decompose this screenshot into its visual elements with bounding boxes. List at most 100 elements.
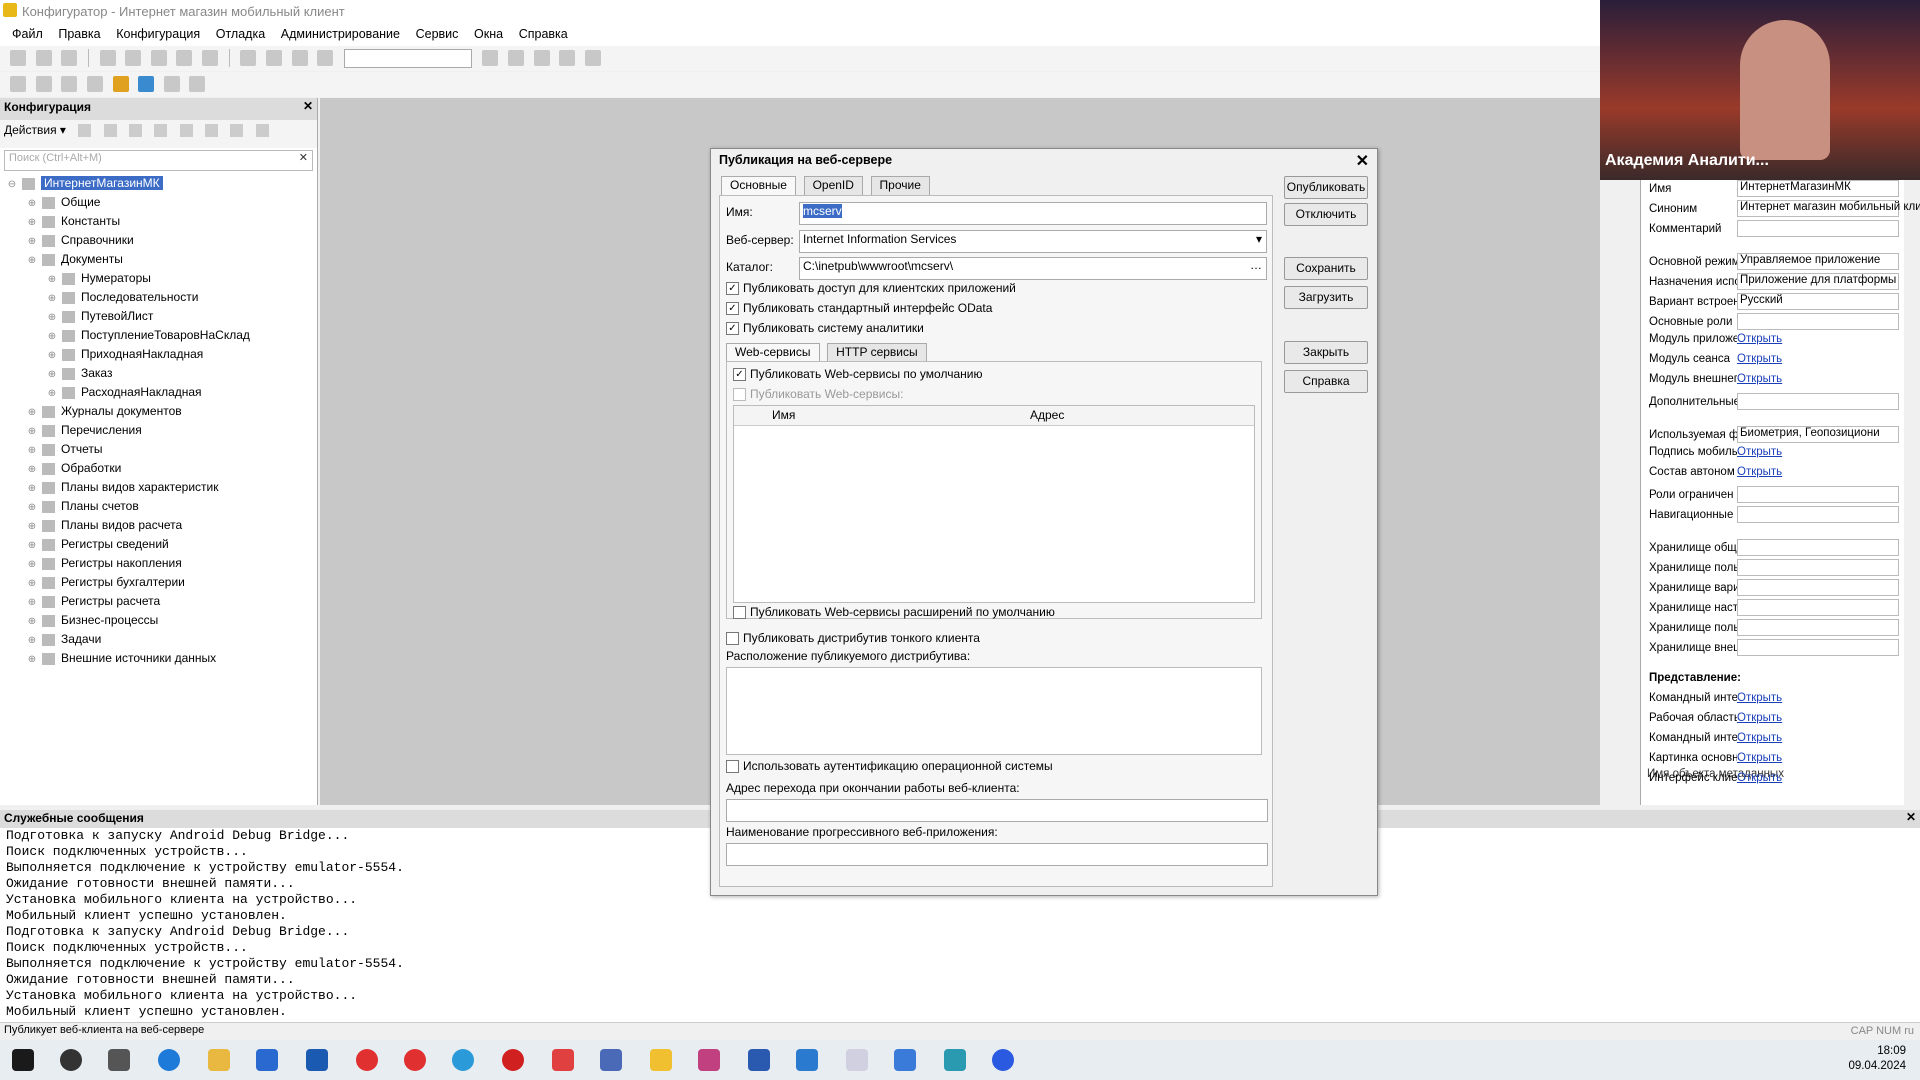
- word-icon[interactable]: [748, 1049, 770, 1071]
- redo-icon[interactable]: [265, 50, 282, 66]
- edit-icon[interactable]: [103, 124, 117, 138]
- telegram-icon[interactable]: [452, 1049, 474, 1071]
- app-icon[interactable]: [600, 1049, 622, 1071]
- system-clock[interactable]: 18:09 09.04.2024: [1848, 1044, 1906, 1074]
- property-value[interactable]: Управляемое приложение: [1737, 253, 1899, 270]
- expand-icon[interactable]: ⊕: [26, 403, 38, 422]
- tree-node[interactable]: ⊕ Обработки: [0, 459, 317, 478]
- cut-icon[interactable]: [99, 50, 116, 66]
- phone-icon[interactable]: [944, 1049, 966, 1071]
- expand-icon[interactable]: ⊕: [26, 251, 38, 270]
- tree-node[interactable]: ⊕ Внешние источники данных: [0, 649, 317, 668]
- menu-debug[interactable]: Отладка: [216, 27, 265, 41]
- property-row[interactable]: Хранилище поль: [1649, 559, 1899, 577]
- property-row[interactable]: Модуль приложеОткрыть: [1649, 333, 1895, 351]
- tree-node[interactable]: ⊕ Отчеты: [0, 440, 317, 459]
- zoom-icon[interactable]: [317, 50, 334, 66]
- disable-button[interactable]: Отключить: [1284, 203, 1368, 226]
- tree-node[interactable]: ⊕ Заказ: [0, 364, 317, 383]
- chk-client-apps[interactable]: ✓ Публиковать доступ для клиентских прило…: [726, 281, 1016, 296]
- sort-icon[interactable]: [230, 124, 244, 138]
- search-prev-icon[interactable]: [508, 50, 524, 66]
- property-row[interactable]: Хранилище вари: [1649, 579, 1899, 597]
- actions-menu[interactable]: Действия: [4, 123, 57, 137]
- chk-ws-ext[interactable]: Публиковать Web-сервисы расширений по ум…: [733, 605, 1055, 620]
- tab-web-services[interactable]: Web-сервисы: [726, 343, 820, 363]
- search-icon[interactable]: [60, 1049, 82, 1071]
- property-row[interactable]: Представление:: [1649, 672, 1849, 690]
- property-row[interactable]: Назначения испоПриложение для платформы: [1649, 273, 1899, 291]
- property-link[interactable]: Открыть: [1737, 692, 1895, 704]
- tree-node[interactable]: ⊕ Нумераторы: [0, 269, 317, 288]
- property-link[interactable]: Открыть: [1737, 446, 1895, 458]
- property-value[interactable]: [1737, 579, 1899, 596]
- tools-icon[interactable]: [559, 50, 576, 66]
- edge-icon[interactable]: [158, 1049, 180, 1071]
- checkbox-icon[interactable]: [726, 760, 739, 774]
- move-down-icon[interactable]: [205, 124, 218, 138]
- property-row[interactable]: Навигационные с: [1649, 506, 1899, 524]
- expand-icon[interactable]: ⊕: [46, 384, 58, 403]
- expand-icon[interactable]: ⊕: [26, 574, 38, 593]
- property-value[interactable]: Русский: [1737, 293, 1899, 310]
- property-link[interactable]: Открыть: [1737, 732, 1895, 744]
- close-button[interactable]: Закрыть: [1284, 341, 1368, 364]
- tree-node[interactable]: ⊕ ПоступлениеТоваровНаСклад: [0, 326, 317, 345]
- property-value[interactable]: [1737, 486, 1899, 503]
- expand-icon[interactable]: ⊕: [46, 270, 58, 289]
- checkbox-checked-icon[interactable]: ✓: [726, 282, 739, 296]
- expand-icon[interactable]: ⊕: [26, 194, 38, 213]
- property-link[interactable]: Открыть: [1737, 353, 1895, 365]
- pwa-name-field[interactable]: [726, 843, 1268, 866]
- tree-node[interactable]: ⊕ Задачи: [0, 630, 317, 649]
- update-db-icon[interactable]: [35, 76, 52, 92]
- expand-icon[interactable]: ⊕: [26, 232, 38, 251]
- property-row[interactable]: Имя ИнтернетМагазинМК: [1649, 180, 1899, 198]
- property-row[interactable]: Комментарий: [1649, 220, 1899, 238]
- undo-icon[interactable]: [240, 50, 257, 66]
- property-row[interactable]: Основной режимУправляемое приложение: [1649, 253, 1899, 271]
- config-icon[interactable]: [10, 76, 26, 92]
- property-row[interactable]: Синоним Интернет магазин мобильный кли: [1649, 200, 1920, 218]
- yandex-icon[interactable]: [404, 1049, 426, 1071]
- tree-node[interactable]: ⊕ Последовательности: [0, 288, 317, 307]
- expand-icon[interactable]: ⊕: [46, 327, 58, 346]
- delete-icon[interactable]: [154, 124, 168, 138]
- chk-os-auth[interactable]: Использовать аутентификацию операционной…: [726, 759, 1053, 774]
- table-icon[interactable]: [86, 76, 103, 92]
- tree-node[interactable]: ⊖ ИнтернетМагазинМК: [0, 174, 317, 193]
- property-row[interactable]: Рабочая областьОткрыть: [1649, 712, 1895, 730]
- tree-node[interactable]: ⊕ ПриходнаяНакладная: [0, 345, 317, 364]
- property-link[interactable]: Открыть: [1737, 772, 1895, 784]
- clear-search-icon[interactable]: ✕: [299, 151, 308, 164]
- expand-icon[interactable]: ⊕: [26, 555, 38, 574]
- expand-icon[interactable]: ⊕: [26, 441, 38, 460]
- start-icon[interactable]: [12, 1049, 34, 1071]
- task-view-icon[interactable]: [108, 1049, 130, 1071]
- store-icon[interactable]: [256, 1049, 278, 1071]
- preview-icon[interactable]: [202, 50, 218, 66]
- anydesk-icon[interactable]: [552, 1049, 574, 1071]
- 1c-icon[interactable]: [650, 1049, 672, 1071]
- dist-location-grid[interactable]: [726, 667, 1262, 755]
- property-value[interactable]: [1737, 619, 1899, 636]
- property-row[interactable]: Дополнительные: [1649, 393, 1899, 411]
- tree-node[interactable]: ⊕ Журналы документов: [0, 402, 317, 421]
- webserver-select[interactable]: Internet Information Services ▾: [799, 230, 1267, 253]
- add-icon[interactable]: [78, 124, 92, 138]
- menu-configuration[interactable]: Конфигурация: [116, 27, 200, 41]
- filter-icon[interactable]: [255, 124, 269, 138]
- tree-node[interactable]: ⊕ Константы: [0, 212, 317, 231]
- open-icon[interactable]: [35, 50, 52, 66]
- property-row[interactable]: Хранилище поль: [1649, 619, 1899, 637]
- expand-icon[interactable]: ⊕: [26, 517, 38, 536]
- checkbox-checked-icon[interactable]: ✓: [726, 322, 739, 336]
- tree-node[interactable]: ⊕ Планы видов расчета: [0, 516, 317, 535]
- tree-node[interactable]: ⊕ Бизнес-процессы: [0, 611, 317, 630]
- property-row[interactable]: Роли ограничен: [1649, 486, 1899, 504]
- tab-http-services[interactable]: HTTP сервисы: [827, 343, 927, 363]
- save-button[interactable]: Сохранить: [1284, 257, 1368, 280]
- print-icon[interactable]: [176, 50, 193, 66]
- property-link[interactable]: Открыть: [1737, 373, 1895, 385]
- tree-node[interactable]: ⊕ Справочники: [0, 231, 317, 250]
